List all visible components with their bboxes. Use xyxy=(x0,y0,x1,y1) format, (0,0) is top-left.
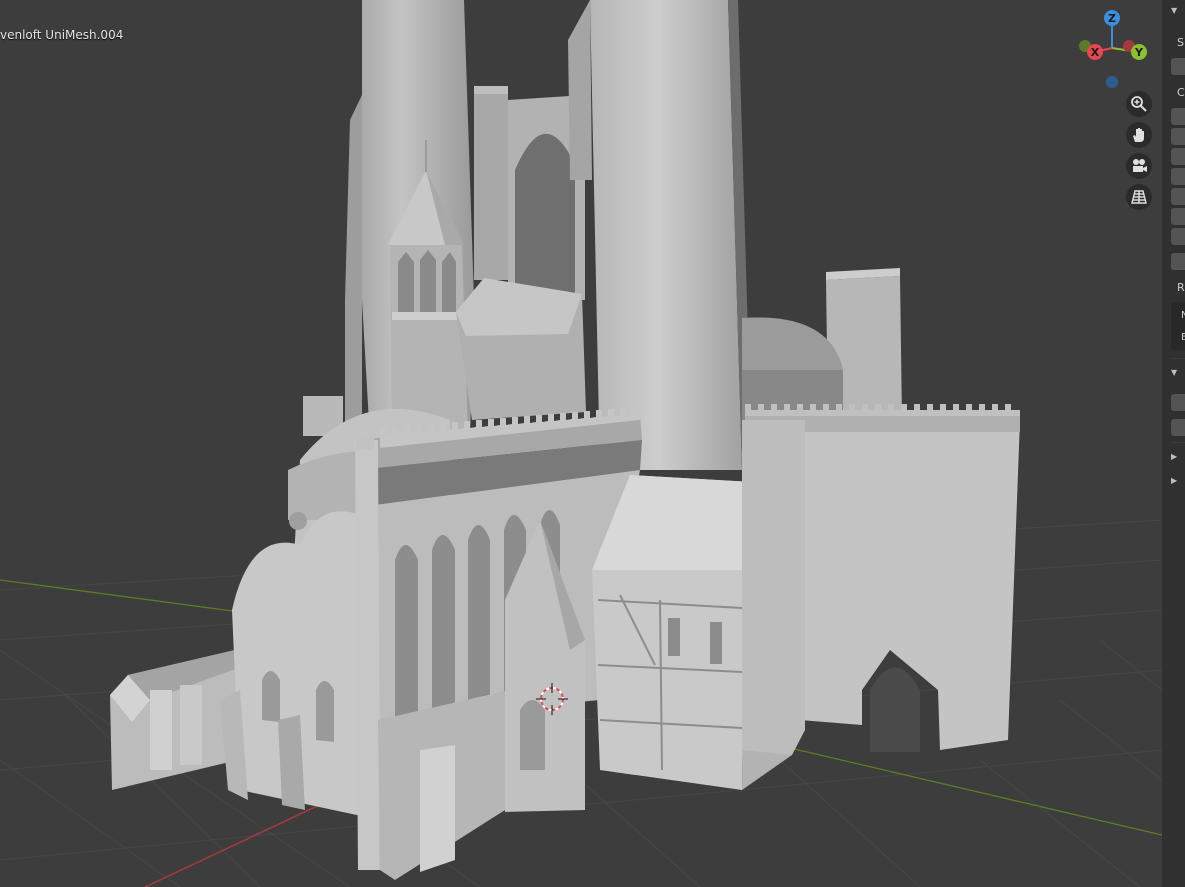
gizmo-z-label: Z xyxy=(1108,12,1116,25)
navigation-gizmo: Z Y X xyxy=(1079,10,1147,88)
field[interactable] xyxy=(1171,148,1185,165)
camera-view-button[interactable] xyxy=(1126,153,1152,179)
field[interactable] xyxy=(1171,108,1185,125)
camera-icon xyxy=(1130,157,1148,175)
section-label-c: C xyxy=(1177,86,1185,99)
gizmo-y-label: Y xyxy=(1134,46,1144,59)
field[interactable] xyxy=(1171,419,1185,436)
info-text-n: N xyxy=(1181,310,1185,321)
section-label-r: R xyxy=(1177,281,1185,294)
properties-sidebar[interactable]: ▼ S C R N E ▼ ▶ ▶ xyxy=(1162,0,1185,887)
y-axis-line-2 xyxy=(789,747,1162,836)
field[interactable] xyxy=(1171,208,1185,225)
divider xyxy=(1171,358,1185,359)
divider xyxy=(1171,442,1185,443)
info-box: N E xyxy=(1171,302,1185,350)
gizmo-x-label: X xyxy=(1091,46,1100,59)
3d-viewport[interactable]: Z Y X venloft UniMesh.004 xyxy=(0,0,1162,887)
field[interactable] xyxy=(1171,394,1185,411)
info-text-e: E xyxy=(1181,332,1185,343)
panel-expand-icon[interactable]: ▶ xyxy=(1171,476,1177,485)
field[interactable] xyxy=(1171,168,1185,185)
field[interactable] xyxy=(1171,58,1185,75)
field[interactable] xyxy=(1171,253,1185,270)
zoom-icon xyxy=(1130,95,1148,113)
field[interactable] xyxy=(1171,188,1185,205)
section-label-s: S xyxy=(1177,36,1184,49)
panel-expand-icon[interactable]: ▶ xyxy=(1171,452,1177,461)
grid-perspective-icon xyxy=(1130,188,1148,206)
pan-hand-icon xyxy=(1130,126,1148,144)
panel-collapse-icon[interactable]: ▼ xyxy=(1171,368,1177,377)
perspective-toggle-button[interactable] xyxy=(1126,184,1152,210)
field[interactable] xyxy=(1171,228,1185,245)
object-name-label: venloft UniMesh.004 xyxy=(0,28,124,42)
zoom-button[interactable] xyxy=(1126,91,1152,117)
field[interactable] xyxy=(1171,128,1185,145)
scene-render: Z Y X xyxy=(0,0,1162,887)
panel-collapse-icon[interactable]: ▼ xyxy=(1171,6,1177,15)
pan-button[interactable] xyxy=(1126,122,1152,148)
